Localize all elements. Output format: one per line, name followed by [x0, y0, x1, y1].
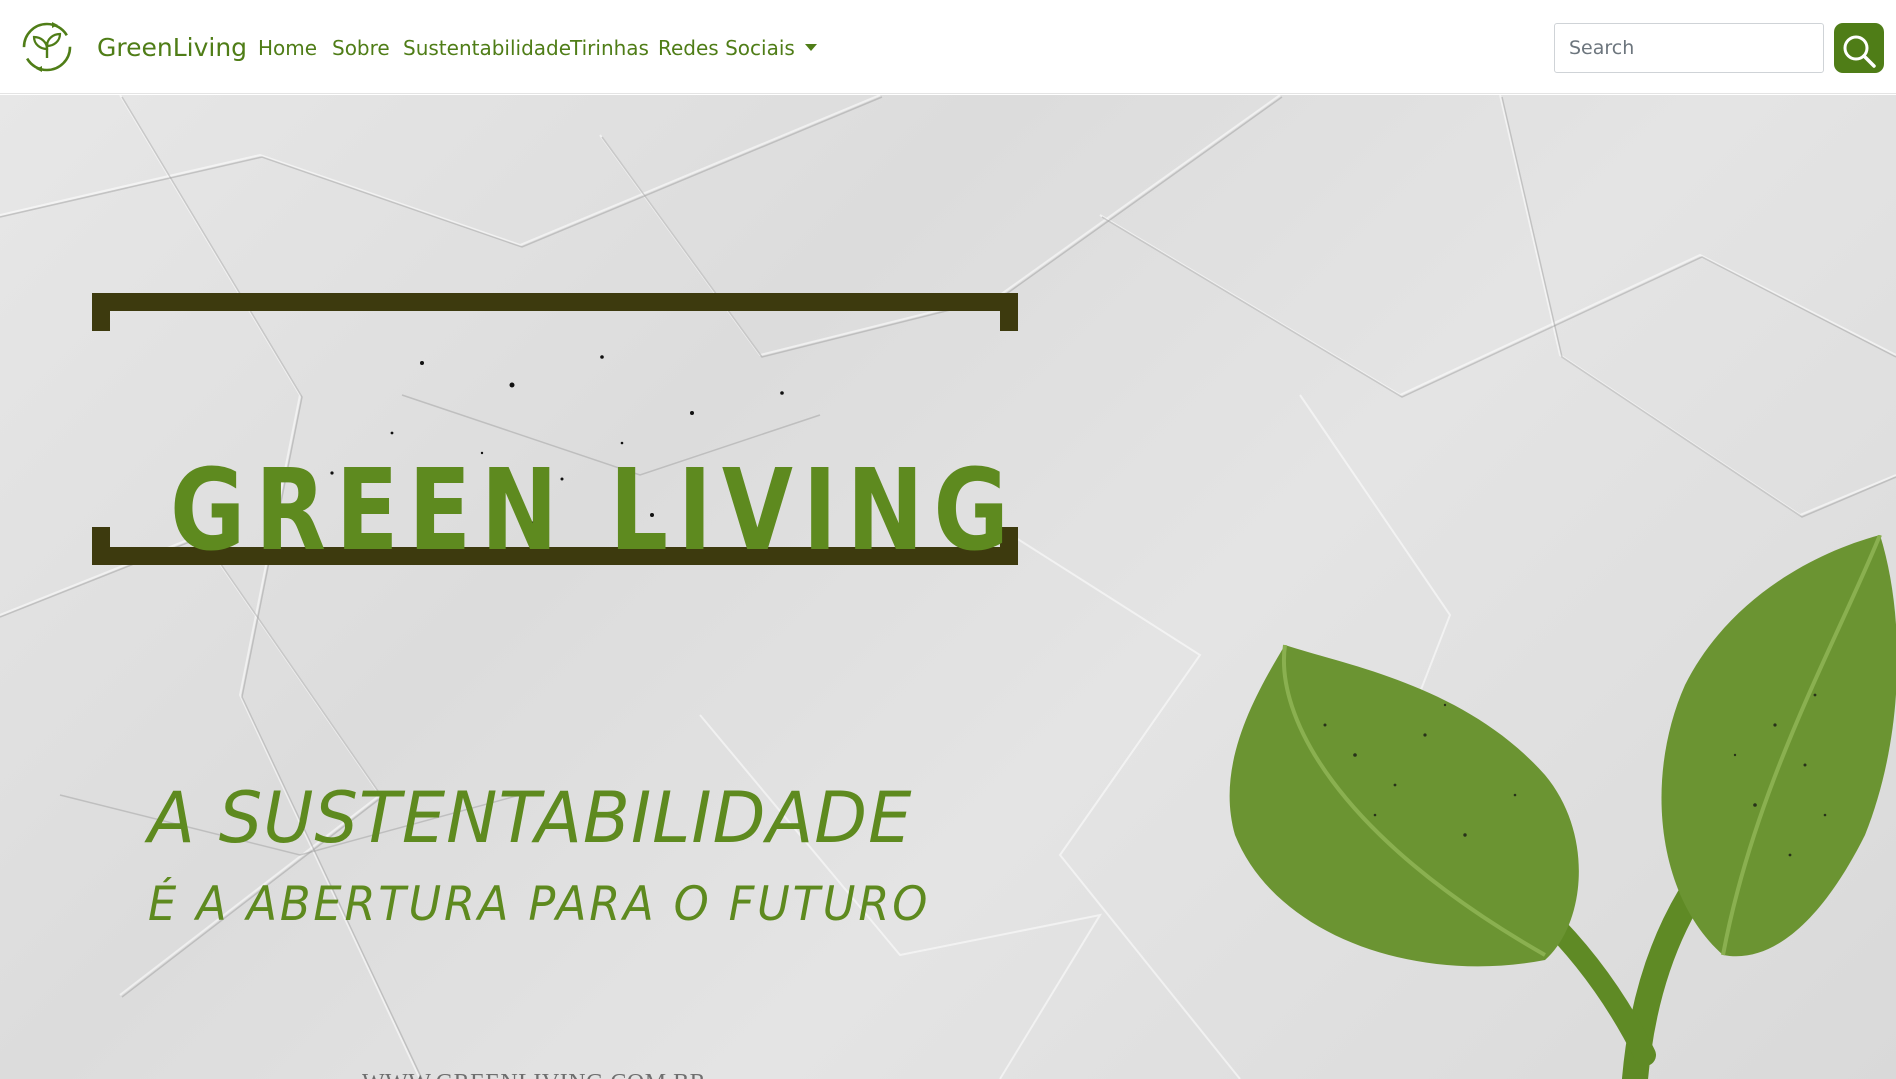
- nav-link-sobre[interactable]: Sobre: [332, 36, 390, 60]
- hero-banner: GREEN LIVING A SUSTENTABILIDADE É A ABER…: [0, 95, 1896, 1079]
- nav-dropdown-redes-sociais[interactable]: Redes Sociais: [658, 36, 817, 60]
- hero-tagline-secondary: É A ABERTURA PARA O FUTURO: [148, 877, 931, 932]
- leaves-icon: [1229, 535, 1896, 1079]
- brand-logo-icon[interactable]: [18, 16, 76, 78]
- search-input[interactable]: [1554, 23, 1824, 73]
- hero-website-url: WWW.GREENLIVING.COM.BR: [362, 1070, 706, 1079]
- hero-tagline-primary: A SUSTENTABILIDADE: [148, 777, 913, 859]
- nav-link-sustentabilidade[interactable]: Sustentabilidade: [403, 36, 571, 60]
- nav-link-home[interactable]: Home: [258, 36, 317, 60]
- nav-dropdown-label: Redes Sociais: [658, 36, 795, 60]
- search-icon: [1843, 35, 1876, 68]
- caret-down-icon: [804, 44, 817, 51]
- brand-name[interactable]: GreenLiving: [97, 33, 247, 62]
- hero-title: GREEN LIVING: [170, 446, 1019, 576]
- search-button[interactable]: [1834, 23, 1884, 73]
- nav-link-tirinhas[interactable]: Tirinhas: [570, 36, 649, 60]
- navbar: GreenLiving Home Sobre Sustentabilidade …: [0, 0, 1896, 94]
